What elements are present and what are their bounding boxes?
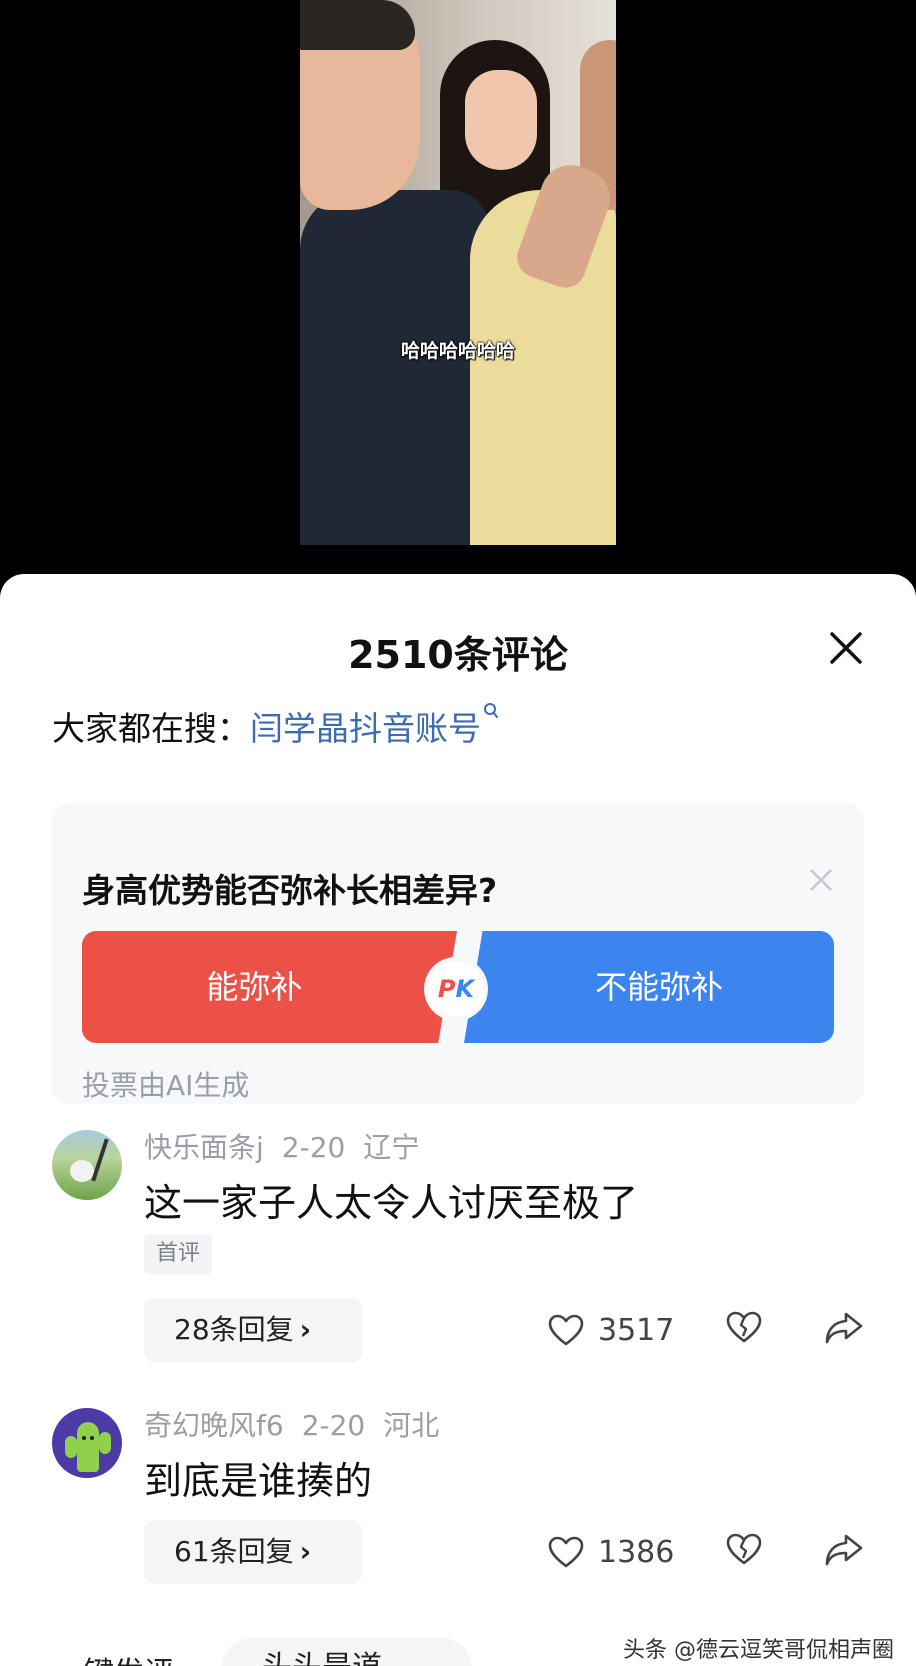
video-person-woman-face [465,70,537,170]
comment-meta: 奇幻晚风f6 2-20 河北 [144,1404,457,1444]
golf-ball [70,1160,94,1182]
hot-search-term[interactable]: 闫学晶抖音账号 [250,709,481,748]
share-icon[interactable] [824,1532,864,1568]
hot-search-label: 大家都在搜： [52,709,250,748]
comment-date: 2-20 [301,1409,366,1442]
like-count: 1386 [598,1534,675,1570]
vote-no-button[interactable]: 不能弥补 [464,931,834,1043]
golf-avatar-icon[interactable] [52,1130,122,1200]
video-subtitle: 哈哈哈哈哈哈 [400,340,515,362]
hot-search-row[interactable]: 大家都在搜：闫学晶抖音账号 [52,702,499,750]
like-button[interactable]: 3517 [548,1310,674,1350]
replies-count: 28条回复 [174,1313,294,1346]
pk-badge: PK [428,961,484,1017]
chevron-right-icon: › [299,1535,312,1568]
comment-text[interactable]: 这一家子人太令人讨厌至极了 [144,1172,638,1227]
first-comment-badge: 首评 [144,1234,213,1274]
comment-text[interactable]: 到底是谁揍的 [144,1450,372,1505]
comment-date: 2-20 [281,1131,346,1164]
poll-footnote: 投票由AI生成 [82,1069,250,1102]
close-icon[interactable] [828,630,864,666]
vote-yes-button[interactable]: 能弥补 [82,931,457,1043]
heart-icon [548,1314,584,1346]
video-person-man-hair [300,0,415,50]
comment-username[interactable]: 快乐面条j [144,1131,264,1164]
source-watermark: 头条 @德云逗笑哥侃相声圈 [623,1638,894,1663]
like-button[interactable]: 1386 [548,1532,674,1572]
video-person-man-body [300,190,490,545]
cactus-trunk [77,1422,99,1472]
comment-panel: 2510条评论 大家都在搜：闫学晶抖音账号 身高优势能否弥补长相差异? 能弥补 … [0,574,916,1666]
share-icon[interactable] [824,1310,864,1346]
cactus-eye-right [90,1436,94,1440]
golf-club [91,1138,109,1182]
video-frame[interactable]: 哈哈哈哈哈哈 [300,0,616,545]
like-count: 3517 [598,1312,675,1348]
poll-close-icon[interactable] [808,867,834,893]
view-replies-button[interactable]: 28条回复 › [144,1298,362,1362]
cactus-arm-right [99,1432,111,1454]
comment-username[interactable]: 奇幻晚风f6 [144,1409,284,1442]
view-replies-button[interactable]: 61条回复 › [144,1520,362,1584]
search-icon [484,703,498,718]
comment-location: 河北 [383,1409,440,1442]
pk-letter-p: P [437,975,456,1003]
comment-meta: 快乐面条j 2-20 辽宁 [144,1126,437,1166]
chevron-right-icon: › [299,1313,312,1346]
cactus-eye-left [82,1436,86,1440]
poll-question: 身高优势能否弥补长相差异? [82,871,498,910]
quick-comment-chip[interactable]: 头头是道 [222,1638,472,1666]
comment-count-title: 2510条评论 [348,633,568,677]
video-player[interactable]: 哈哈哈哈哈哈 [0,0,916,580]
pk-letter-k: K [455,975,475,1003]
cactus-arm-left [65,1436,77,1458]
heart-icon [548,1536,584,1568]
replies-count: 61条回复 [174,1535,294,1568]
broken-heart-icon[interactable] [726,1532,762,1566]
comment-location: 辽宁 [363,1131,420,1164]
broken-heart-icon[interactable] [726,1310,762,1344]
quick-comment-hint[interactable]: 键发评 [84,1648,174,1666]
cactus-avatar-icon[interactable] [52,1408,122,1478]
poll-card: 身高优势能否弥补长相差异? 能弥补 不能弥补 PK 投票由AI生成 [52,804,864,1104]
